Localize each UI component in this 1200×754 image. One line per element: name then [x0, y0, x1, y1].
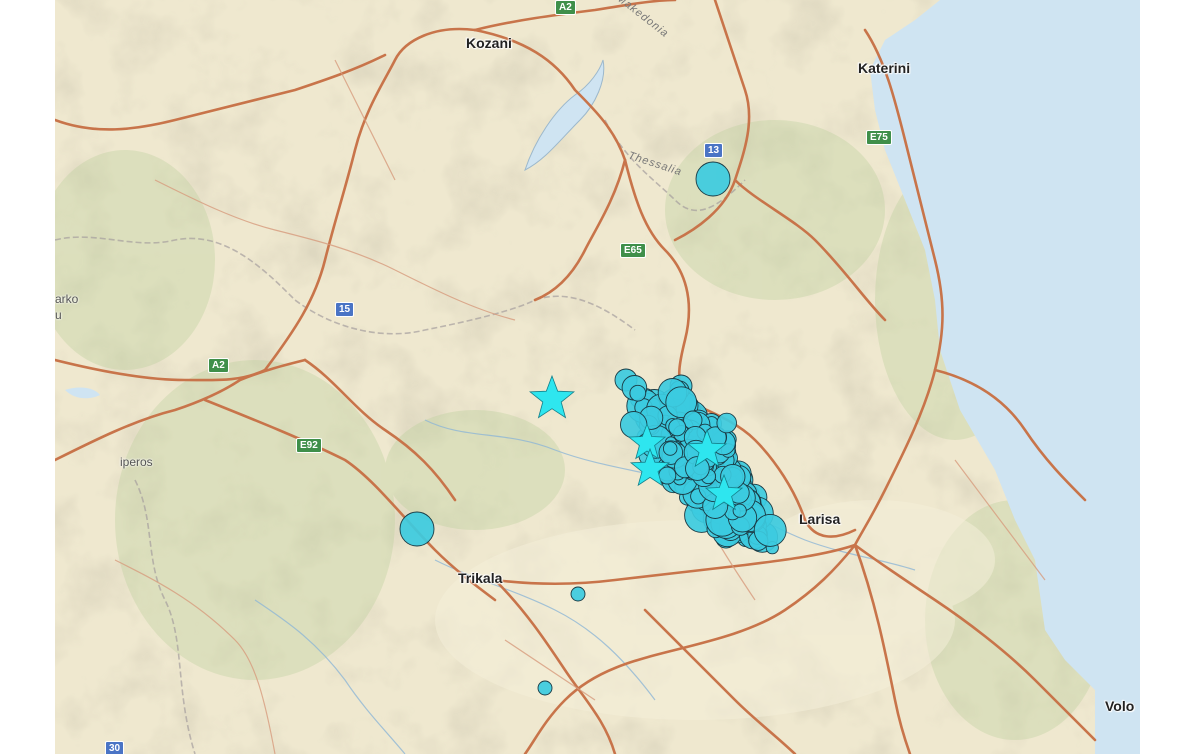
city-label-larisa: Larisa	[799, 511, 841, 527]
earthquake-event[interactable]	[753, 513, 787, 547]
earthquake-event[interactable]	[732, 503, 747, 518]
road-shield-30: 30	[105, 741, 125, 754]
city-label-kozani: Kozani	[466, 35, 512, 51]
road-shield-a2-left: A2	[208, 358, 229, 373]
place-label-u: u	[55, 308, 62, 322]
map-viewport[interactable]: Kozani Katerini Larisa Trikala Volo arko…	[55, 0, 1140, 754]
earthquake-event[interactable]	[629, 384, 647, 402]
road-shield-a2-top: A2	[555, 0, 576, 15]
city-label-volos: Volo	[1105, 698, 1135, 714]
city-label-katerini: Katerini	[858, 60, 911, 76]
earthquake-event[interactable]	[695, 161, 731, 197]
earthquake-event[interactable]	[716, 412, 737, 434]
earthquake-event[interactable]	[658, 466, 677, 485]
road-shield-e65: E65	[620, 243, 646, 258]
road-shield-e75: E75	[866, 130, 892, 145]
place-label-iperos: iperos	[120, 455, 153, 469]
basemap[interactable]	[55, 0, 1140, 754]
earthquake-event[interactable]	[570, 586, 586, 602]
place-label-arko: arko	[55, 292, 79, 306]
city-label-trikala: Trikala	[458, 570, 503, 586]
road-shield-e92: E92	[296, 438, 322, 453]
road-shield-13: 13	[704, 143, 724, 158]
earthquake-event[interactable]	[537, 680, 553, 696]
road-shield-15: 15	[335, 302, 355, 317]
earthquake-event[interactable]	[668, 418, 687, 437]
earthquake-event[interactable]	[399, 511, 435, 547]
earthquake-event[interactable]	[662, 441, 678, 456]
